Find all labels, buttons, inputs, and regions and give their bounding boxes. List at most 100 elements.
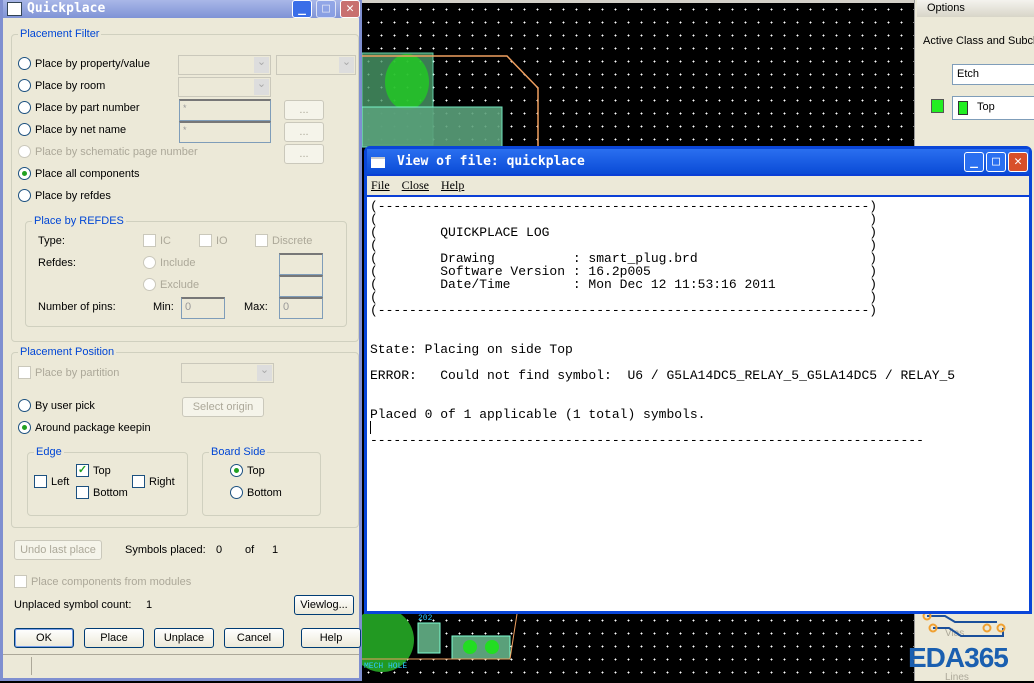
text-cursor	[370, 421, 371, 434]
checkbox-label: Right	[149, 475, 175, 488]
menu-file[interactable]: File	[371, 178, 390, 192]
place-button[interactable]: Place	[84, 628, 144, 648]
menu-bar: File Close Help	[367, 176, 1029, 195]
edge-legend: Edge	[36, 446, 62, 458]
radio-exclude[interactable]: Exclude	[143, 278, 199, 291]
include-input[interactable]	[279, 253, 323, 275]
log-viewer-title: View of file: quickplace	[397, 154, 585, 169]
radio-icon	[18, 189, 31, 202]
browse-page-button[interactable]: ...	[284, 144, 324, 164]
options-title: Options	[917, 0, 1034, 17]
part-number-input[interactable]: *	[179, 99, 271, 121]
radio-label: Bottom	[247, 486, 282, 499]
max-pins-input[interactable]: 0	[279, 297, 323, 319]
menu-close[interactable]: Close	[402, 178, 429, 192]
radio-label: Around package keepin	[35, 421, 151, 434]
checkbox-edge-right[interactable]: Right	[132, 475, 175, 488]
radio-icon	[18, 101, 31, 114]
undo-last-place-button[interactable]: Undo last place	[14, 540, 102, 560]
checkbox-discrete[interactable]: Discrete	[255, 234, 312, 247]
class-select[interactable]: Etch	[952, 64, 1034, 85]
checkbox-label: IC	[160, 234, 171, 247]
net-name-input[interactable]: *	[179, 121, 271, 143]
checkbox-icon	[143, 234, 156, 247]
placement-position-legend: Placement Position	[20, 346, 115, 358]
radio-place-all-components[interactable]: Place all components	[18, 167, 140, 180]
radio-place-by-schematic-page: Place by schematic page number	[18, 145, 198, 158]
help-button[interactable]: Help	[301, 628, 361, 648]
log-viewer-window: View of file: quickplace _ □ ✕ File Clos…	[364, 146, 1032, 614]
unplace-button[interactable]: Unplace	[154, 628, 214, 648]
radio-place-by-room[interactable]: Place by room	[18, 79, 105, 92]
type-label: Type:	[38, 235, 65, 247]
checkbox-label: IO	[216, 234, 228, 247]
checkbox-ic[interactable]: IC	[143, 234, 171, 247]
select-origin-button[interactable]: Select origin	[182, 397, 264, 417]
checkbox-io[interactable]: IO	[199, 234, 228, 247]
minimize-button[interactable]: _	[292, 0, 312, 18]
radio-place-by-refdes[interactable]: Place by refdes	[18, 189, 111, 202]
close-button[interactable]: ✕	[1008, 152, 1028, 172]
radio-label: Top	[247, 464, 265, 477]
browse-part-button[interactable]: ...	[284, 100, 324, 120]
symbols-placed-count: 0	[216, 544, 223, 556]
quickplace-title-bar[interactable]: Quickplace _ □ ✕	[3, 0, 360, 18]
subclass-select[interactable]: Top	[952, 96, 1034, 120]
radio-label: Place by property/value	[35, 57, 150, 70]
radio-place-by-net-name[interactable]: Place by net name	[18, 123, 126, 136]
radio-label: Place by net name	[35, 123, 127, 136]
checkbox-icon	[18, 366, 31, 379]
placement-filter-legend: Placement Filter	[20, 28, 100, 40]
radio-label: Place by schematic page number	[35, 145, 198, 158]
exclude-input[interactable]	[279, 275, 323, 297]
browse-net-button[interactable]: ...	[284, 122, 324, 142]
log-viewer-title-bar[interactable]: View of file: quickplace _ □ ✕	[367, 149, 1029, 174]
checkbox-icon	[14, 575, 27, 588]
radio-label: By user pick	[35, 399, 95, 412]
menu-help[interactable]: Help	[441, 178, 464, 192]
radio-selected-icon	[18, 421, 31, 434]
maximize-button[interactable]: □	[986, 152, 1006, 172]
checkbox-place-by-partition[interactable]: Place by partition	[18, 366, 119, 379]
close-button[interactable]: ✕	[340, 0, 360, 18]
of-label: of	[245, 544, 255, 556]
radio-include[interactable]: Include	[143, 256, 195, 269]
ok-button[interactable]: OK	[14, 628, 74, 648]
minimize-button[interactable]: _	[964, 152, 984, 172]
watermark: EDA365	[908, 642, 1009, 673]
radio-by-user-pick[interactable]: By user pick	[18, 399, 95, 412]
maximize-button[interactable]: □	[316, 0, 336, 18]
checkbox-edge-bottom[interactable]: Bottom	[76, 486, 128, 499]
partition-select[interactable]	[181, 363, 274, 383]
radio-label: Place all components	[35, 167, 140, 180]
checkbox-edge-left[interactable]: Left	[34, 475, 69, 488]
log-text-area[interactable]: (---------------------------------------…	[367, 197, 1029, 611]
checkbox-place-from-modules[interactable]: Place components from modules	[14, 575, 191, 588]
unplaced-count: 1	[146, 599, 153, 611]
radio-icon	[143, 278, 156, 291]
refdes-label: Refdes:	[38, 257, 76, 269]
quickplace-dialog: Quickplace _ □ ✕ Placement Filter Place …	[0, 0, 362, 681]
radio-place-by-property[interactable]: Place by property/value	[18, 57, 150, 70]
property-select[interactable]	[178, 55, 271, 75]
unplaced-count-label: Unplaced symbol count:	[14, 599, 132, 611]
radio-place-by-part-number[interactable]: Place by part number	[18, 101, 140, 114]
radio-side-top[interactable]: Top	[230, 464, 265, 477]
viewlog-button[interactable]: Viewlog...	[294, 595, 354, 615]
radio-around-package-keepin[interactable]: Around package keepin	[18, 421, 151, 434]
radio-side-bottom[interactable]: Bottom	[230, 486, 282, 499]
symbols-placed-label: Symbols placed:	[125, 544, 206, 556]
checkbox-label: Discrete	[272, 234, 313, 247]
checkbox-edge-top[interactable]: ✓ Top	[76, 464, 111, 477]
checkbox-icon	[255, 234, 268, 247]
room-select[interactable]	[178, 77, 271, 97]
log-line: Placed 0 of 1 applicable (1 total) symbo…	[370, 407, 706, 422]
radio-icon	[18, 145, 31, 158]
checkbox-icon	[199, 234, 212, 247]
min-pins-input[interactable]: 0	[181, 297, 225, 319]
radio-icon	[18, 123, 31, 136]
subclass-color-swatch[interactable]	[931, 99, 944, 113]
quickplace-title: Quickplace	[27, 1, 106, 16]
cancel-button[interactable]: Cancel	[224, 628, 284, 648]
value-select[interactable]	[276, 55, 356, 75]
